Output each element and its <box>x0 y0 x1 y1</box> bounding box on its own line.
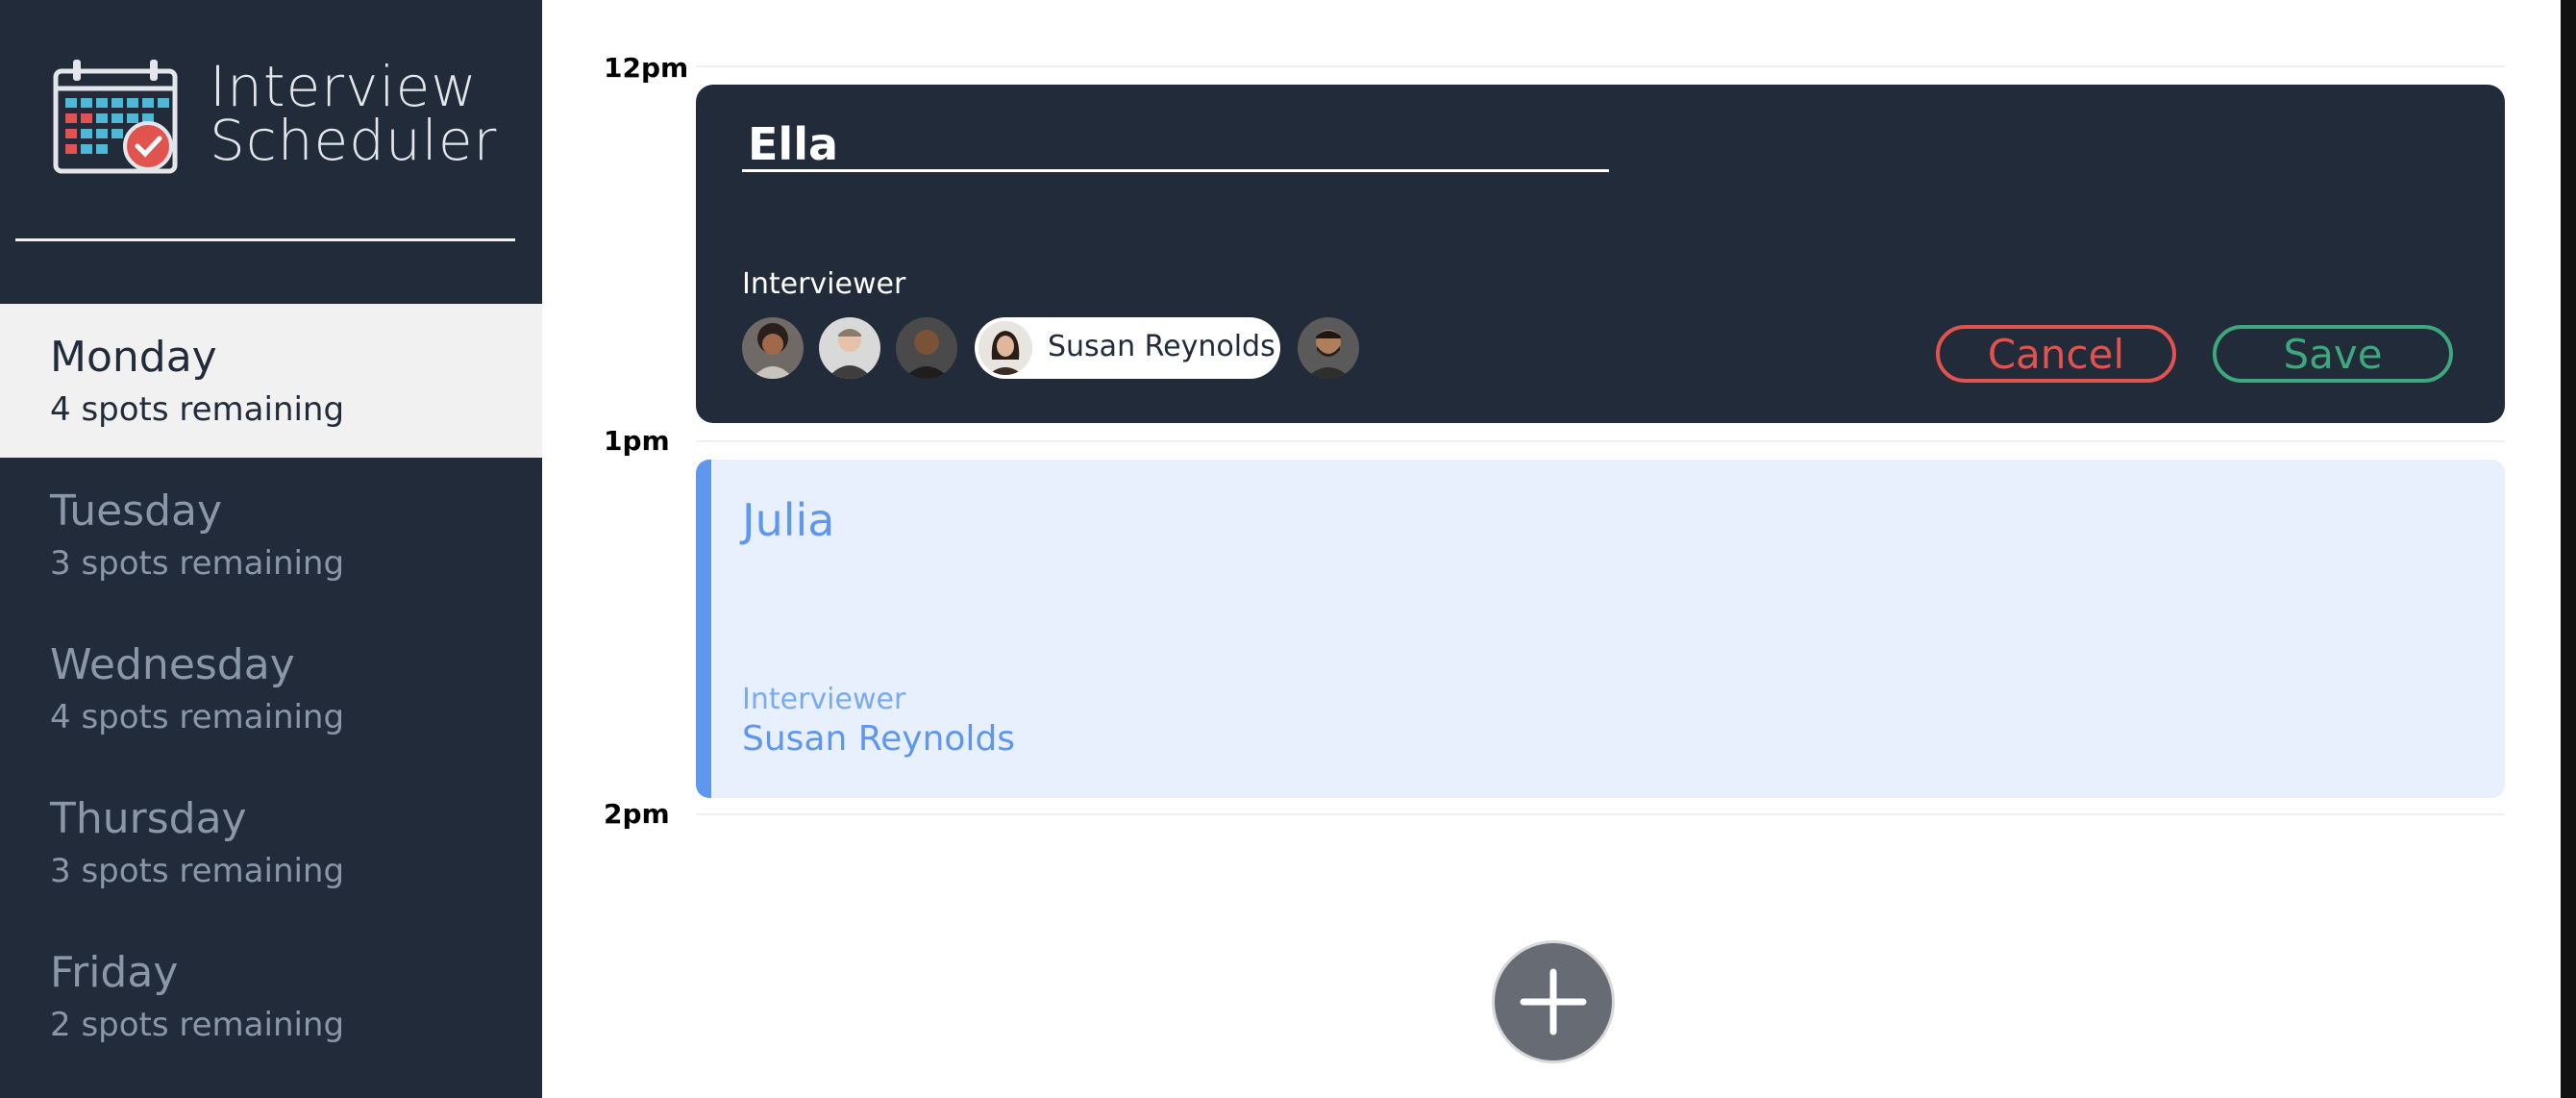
appointment-accent-bar <box>696 460 711 798</box>
day-spots: 4 spots remaining <box>50 698 345 736</box>
day-item-tuesday[interactable]: Tuesday 3 spots remaining <box>0 458 542 611</box>
selected-interviewer-pill[interactable]: Susan Reynolds <box>975 317 1280 379</box>
calendar-logo-icon <box>53 60 178 174</box>
interviewer-avatar-selected <box>978 321 1032 375</box>
time-divider <box>696 440 2505 442</box>
day-spots: 3 spots remaining <box>50 852 345 890</box>
time-label-1pm: 1pm <box>604 425 670 457</box>
interviewer-avatar-3[interactable] <box>896 317 957 379</box>
appointment-card[interactable]: Julia Interviewer Susan Reynolds <box>696 460 2505 798</box>
day-name: Monday <box>50 333 217 382</box>
app-title-line1: Interview <box>210 54 478 119</box>
selected-interviewer-name: Susan Reynolds <box>1048 330 1276 363</box>
appointment-student-name: Julia <box>742 494 835 546</box>
day-item-thursday[interactable]: Thursday 3 spots remaining <box>0 765 542 919</box>
add-appointment-button[interactable] <box>1492 940 1615 1063</box>
day-item-monday[interactable]: Monday 4 spots remaining <box>0 304 542 458</box>
day-name: Friday <box>50 948 179 997</box>
day-item-friday[interactable]: Friday 2 spots remaining <box>0 919 542 1073</box>
day-name: Tuesday <box>50 487 223 536</box>
app-title-line2: Scheduler <box>210 108 498 173</box>
plus-icon <box>1520 968 1587 1036</box>
sidebar-divider <box>15 238 515 241</box>
app-title: Interview Scheduler <box>210 54 498 173</box>
day-name: Thursday <box>50 794 247 843</box>
cancel-button[interactable]: Cancel <box>1936 325 2176 383</box>
window-edge <box>2561 0 2576 1098</box>
day-item-wednesday[interactable]: Wednesday 4 spots remaining <box>0 611 542 765</box>
time-label-12pm: 12pm <box>604 52 689 84</box>
appointment-edit-form: Interviewer <box>696 85 2505 423</box>
interviewer-list-heading: Interviewer <box>742 267 906 301</box>
student-name-input[interactable] <box>742 119 1609 172</box>
appointment-interviewer-name: Susan Reynolds <box>742 719 1016 759</box>
day-spots: 3 spots remaining <box>50 544 345 583</box>
interviewer-avatar-1[interactable] <box>742 317 804 379</box>
sidebar: Interview Scheduler Monday 4 spots remai… <box>0 0 542 1098</box>
interviewer-avatar-2[interactable] <box>819 317 880 379</box>
time-label-2pm: 2pm <box>604 798 670 830</box>
save-button[interactable]: Save <box>2213 325 2453 383</box>
day-spots: 2 spots remaining <box>50 1006 345 1044</box>
appointment-interviewer-label: Interviewer <box>742 683 906 716</box>
time-divider <box>696 813 2505 815</box>
interviewer-avatar-5[interactable] <box>1298 317 1359 379</box>
day-name: Wednesday <box>50 640 295 689</box>
day-spots: 4 spots remaining <box>50 390 345 429</box>
time-divider <box>696 65 2505 67</box>
